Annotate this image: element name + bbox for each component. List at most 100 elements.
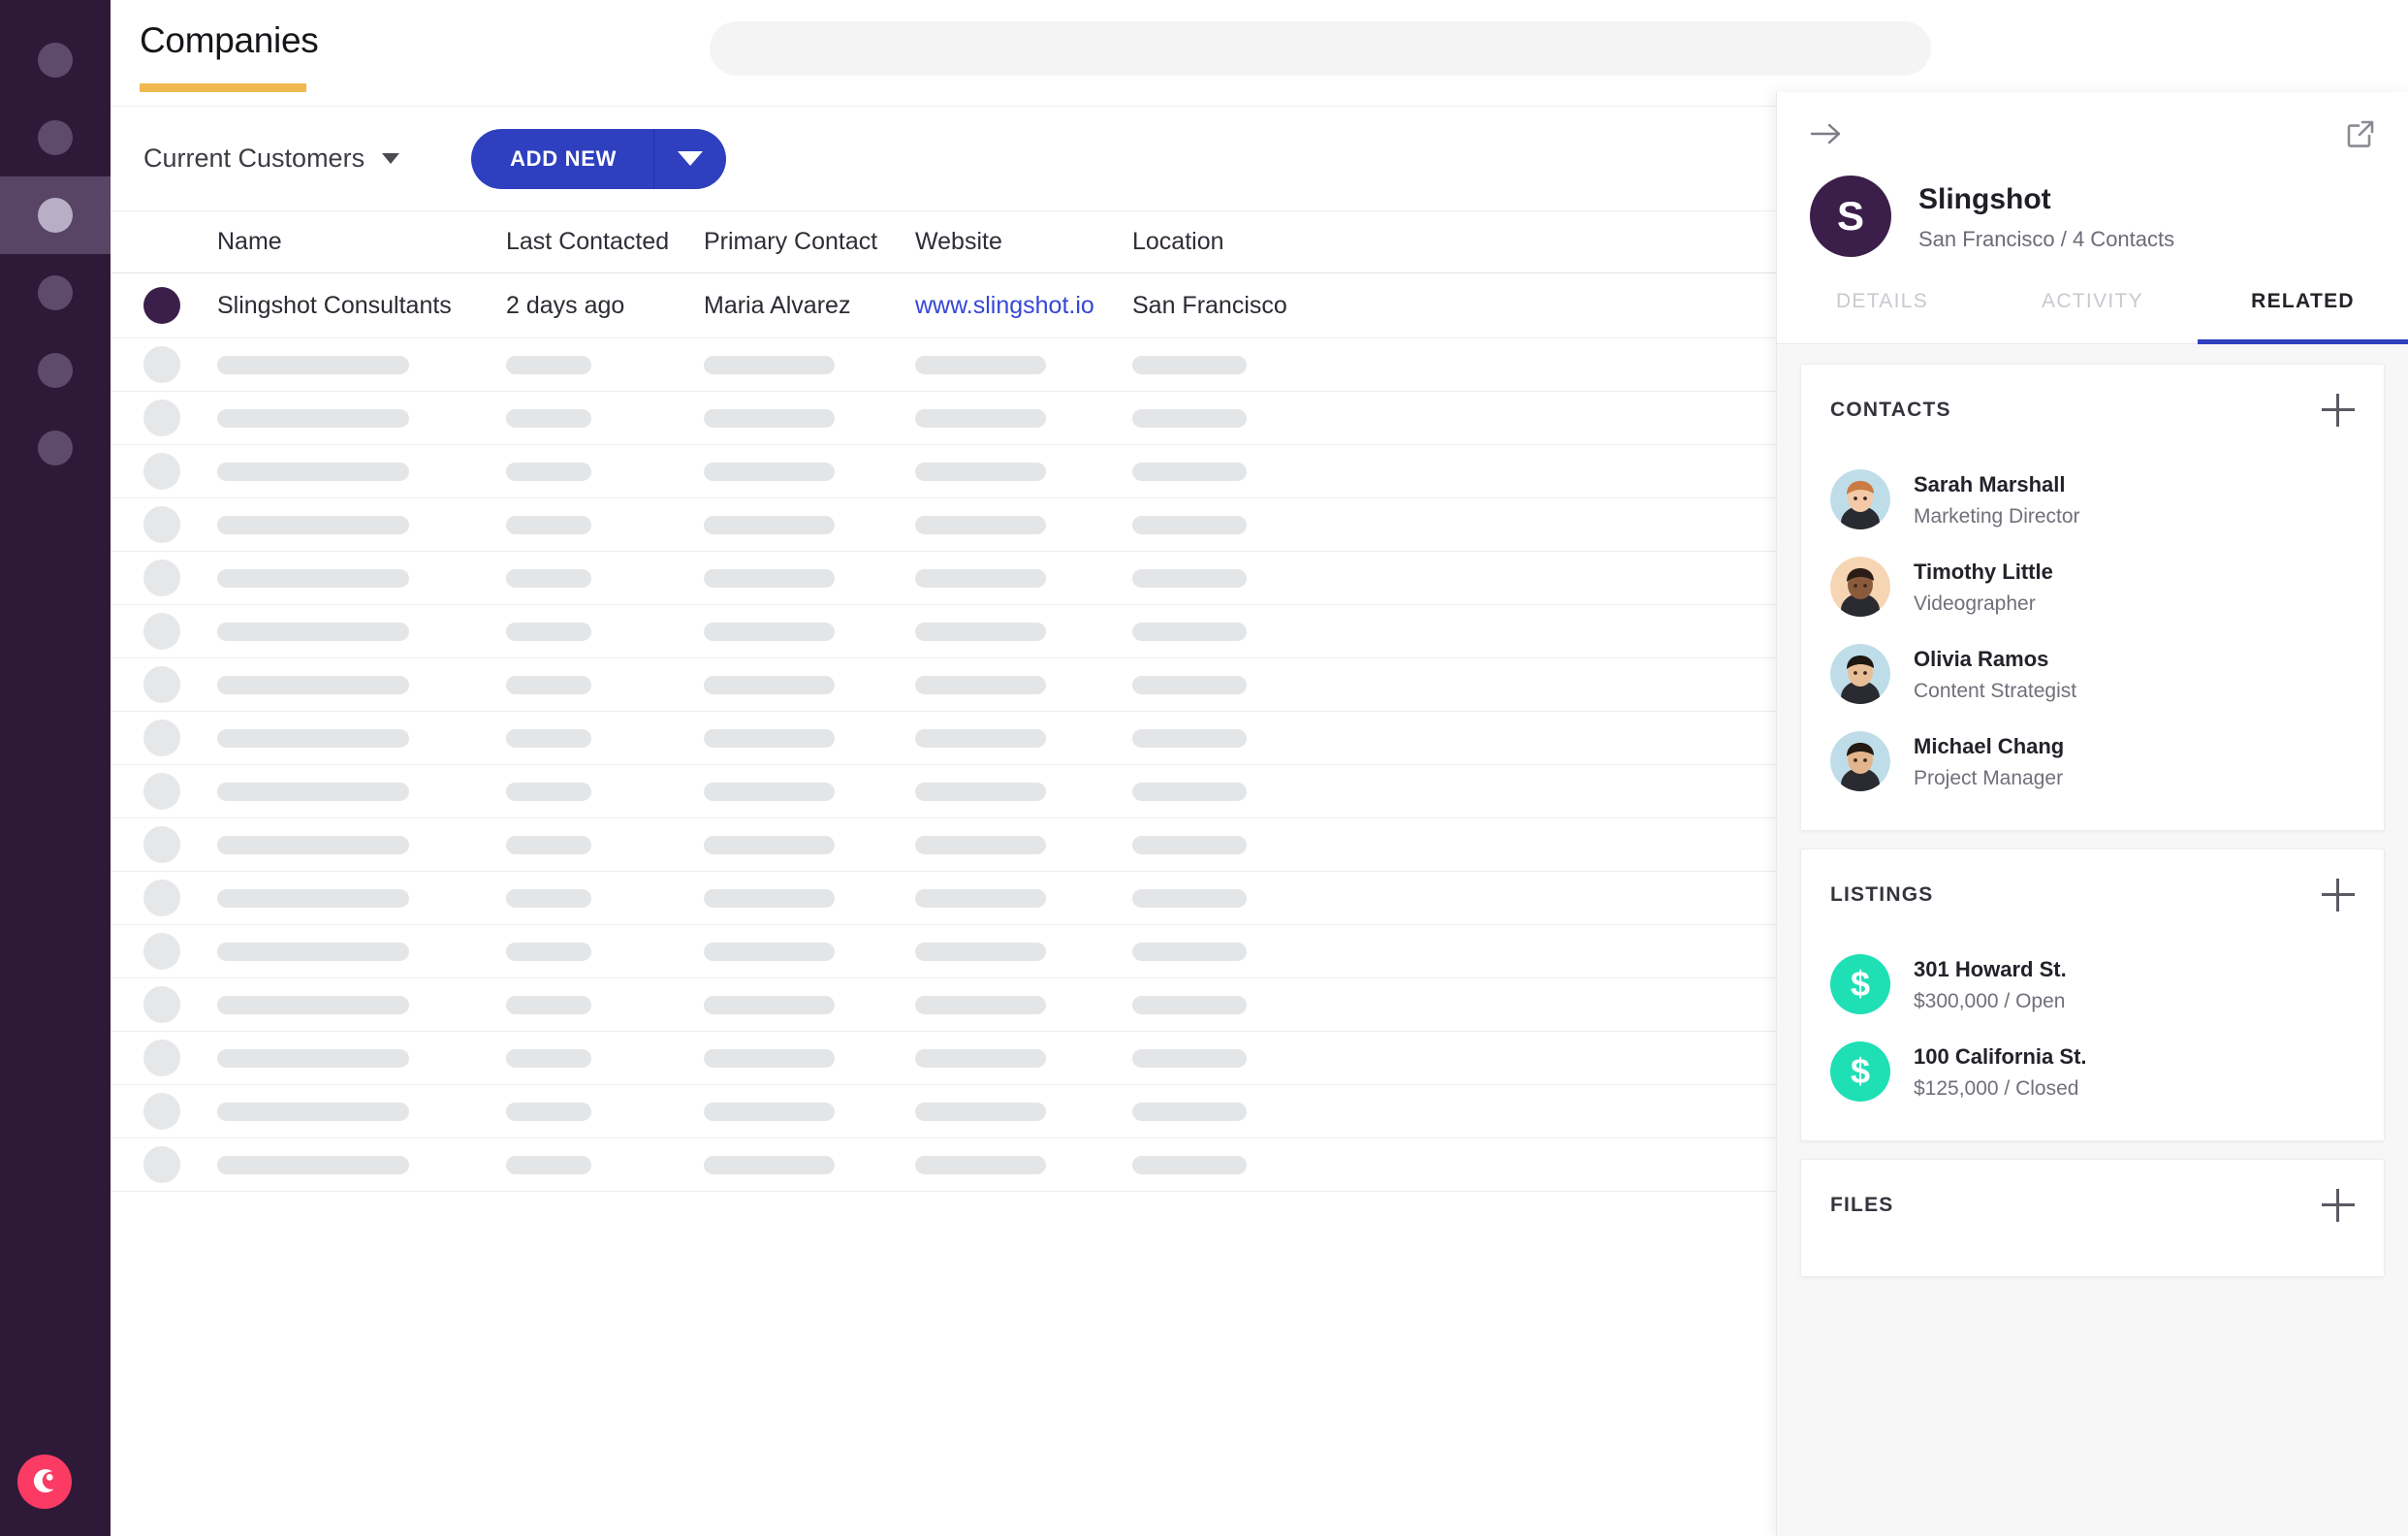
list-item[interactable]: Michael ChangProject Manager — [1830, 718, 2355, 805]
sidebar-item-3[interactable] — [0, 176, 111, 254]
placeholder-cell — [915, 783, 1132, 801]
placeholder-cell — [217, 729, 506, 748]
placeholder-avatar-cell — [143, 1146, 217, 1183]
skeleton-bar — [1132, 889, 1247, 908]
placeholder-cell — [1132, 996, 1375, 1014]
skeleton-bar — [704, 943, 835, 961]
skeleton-bar — [915, 569, 1046, 588]
placeholder-cell — [217, 943, 506, 961]
placeholder-cell — [704, 516, 915, 534]
placeholder-cell — [1132, 1156, 1375, 1174]
list-item[interactable]: $100 California St.$125,000 / Closed — [1830, 1028, 2355, 1115]
page-title-underline — [140, 83, 306, 92]
skeleton-bar — [704, 1156, 835, 1174]
column-header-website[interactable]: Website — [915, 228, 1132, 256]
open-in-new-window-button[interactable] — [2346, 119, 2375, 148]
skeleton-bar — [506, 463, 591, 481]
add-files-button[interactable] — [2322, 1189, 2355, 1222]
list-item-text: 301 Howard St.$300,000 / Open — [1914, 956, 2067, 1013]
add-new-dropdown-button[interactable] — [654, 129, 726, 189]
list-item-text: Olivia RamosContent Strategist — [1914, 646, 2076, 703]
tab-related[interactable]: RELATED — [2198, 288, 2408, 343]
skeleton-avatar — [143, 453, 180, 490]
column-header-name[interactable]: Name — [217, 228, 506, 256]
placeholder-cell — [915, 1049, 1132, 1068]
placeholder-cell — [217, 463, 506, 481]
skeleton-bar — [506, 409, 591, 428]
column-header-location[interactable]: Location — [1132, 228, 1375, 256]
placeholder-cell — [217, 1049, 506, 1068]
filter-dropdown[interactable]: Current Customers — [143, 144, 399, 174]
row-avatar-cell — [143, 287, 217, 324]
placeholder-cell — [1132, 623, 1375, 641]
skeleton-bar — [217, 836, 409, 854]
skeleton-avatar — [143, 1093, 180, 1130]
placeholder-cell — [217, 356, 506, 374]
sidebar-item-1[interactable] — [0, 21, 111, 99]
placeholder-cell — [1132, 569, 1375, 588]
sidebar-item-2[interactable] — [0, 99, 111, 176]
sidebar-item-4[interactable] — [0, 254, 111, 332]
list-item-text: Sarah MarshallMarketing Director — [1914, 471, 2080, 528]
column-header-last-contacted[interactable]: Last Contacted — [506, 228, 704, 256]
contact-photo-icon — [1830, 557, 1890, 617]
list-item[interactable]: $301 Howard St.$300,000 / Open — [1830, 941, 2355, 1028]
add-listings-button[interactable] — [2322, 879, 2355, 912]
add-new-button-group[interactable]: ADD NEW — [471, 129, 726, 189]
avatar — [1830, 731, 1890, 791]
circle-icon — [38, 353, 73, 388]
placeholder-avatar-cell — [143, 826, 217, 863]
placeholder-cell — [704, 996, 915, 1014]
list-item-title: 100 California St. — [1914, 1043, 2087, 1071]
skeleton-avatar — [143, 560, 180, 596]
skeleton-bar — [704, 409, 835, 428]
placeholder-cell — [506, 889, 704, 908]
app-logo[interactable] — [17, 1455, 72, 1509]
skeleton-bar — [217, 569, 409, 588]
global-search-input[interactable] — [710, 21, 1931, 76]
skeleton-bar — [704, 889, 835, 908]
placeholder-avatar-cell — [143, 720, 217, 756]
skeleton-bar — [217, 1156, 409, 1174]
cell-website[interactable]: www.slingshot.io — [915, 292, 1132, 320]
add-contacts-button[interactable] — [2322, 394, 2355, 427]
skeleton-bar — [704, 729, 835, 748]
skeleton-bar — [1132, 623, 1247, 641]
skeleton-bar — [217, 729, 409, 748]
placeholder-avatar-cell — [143, 346, 217, 383]
collapse-panel-button[interactable] — [1810, 121, 1843, 146]
arrow-right-icon — [1810, 121, 1843, 146]
skeleton-bar — [915, 463, 1046, 481]
list-item-text: 100 California St.$125,000 / Closed — [1914, 1043, 2087, 1101]
placeholder-cell — [915, 569, 1132, 588]
placeholder-cell — [217, 889, 506, 908]
sidebar-item-6[interactable] — [0, 409, 111, 487]
list-item[interactable]: Timothy LittleVideographer — [1830, 543, 2355, 630]
detail-panel-header: S Slingshot San Francisco / 4 Contacts — [1777, 92, 2408, 288]
sidebar-item-5[interactable] — [0, 332, 111, 409]
placeholder-cell — [1132, 516, 1375, 534]
skeleton-bar — [217, 409, 409, 428]
tab-activity[interactable]: ACTIVITY — [1987, 288, 2198, 343]
detail-panel-toolbar — [1810, 92, 2375, 176]
placeholder-cell — [217, 783, 506, 801]
placeholder-avatar-cell — [143, 666, 217, 703]
section-card-padding — [1830, 1115, 2355, 1140]
tab-details[interactable]: DETAILS — [1777, 288, 1987, 343]
placeholder-cell — [704, 1156, 915, 1174]
skeleton-bar — [1132, 996, 1247, 1014]
list-item[interactable]: Olivia RamosContent Strategist — [1830, 630, 2355, 718]
section-header: LISTINGS — [1830, 849, 2355, 941]
section-card-padding — [1830, 1251, 2355, 1276]
contact-photo-icon — [1830, 469, 1890, 529]
column-header-primary-contact[interactable]: Primary Contact — [704, 228, 915, 256]
skeleton-bar — [1132, 943, 1247, 961]
detail-panel-body: CONTACTSSarah MarshallMarketing Director… — [1777, 344, 2408, 1536]
list-item-text: Michael ChangProject Manager — [1914, 733, 2064, 790]
add-new-button[interactable]: ADD NEW — [471, 129, 653, 189]
list-item[interactable]: Sarah MarshallMarketing Director — [1830, 456, 2355, 543]
skeleton-bar — [506, 1156, 591, 1174]
placeholder-cell — [704, 1049, 915, 1068]
copper-logo-icon — [28, 1465, 61, 1498]
skeleton-avatar — [143, 986, 180, 1023]
